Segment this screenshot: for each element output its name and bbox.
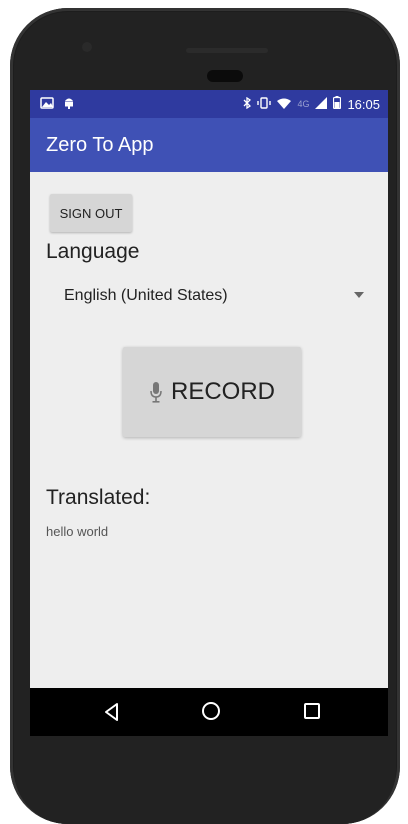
photo-notification-icon bbox=[40, 96, 58, 112]
app-title: Zero To App bbox=[46, 134, 154, 156]
wifi-icon bbox=[277, 97, 292, 112]
navigation-bar bbox=[30, 688, 388, 736]
language-dropdown[interactable]: English (United States) bbox=[64, 284, 364, 308]
translated-label: Translated: bbox=[46, 486, 151, 509]
dropdown-arrow-icon bbox=[354, 292, 364, 298]
front-camera bbox=[82, 42, 92, 52]
microphone-icon bbox=[150, 382, 162, 403]
back-icon[interactable] bbox=[102, 702, 122, 722]
network-type-label: 4G bbox=[297, 99, 310, 109]
record-button[interactable]: RECORD bbox=[123, 347, 301, 437]
vibrate-icon bbox=[257, 96, 272, 112]
battery-icon bbox=[333, 96, 342, 112]
system-icons: 4G 16:05 bbox=[243, 96, 380, 112]
app-bar: Zero To App bbox=[30, 118, 388, 172]
record-label: RECORD bbox=[170, 378, 275, 405]
recents-icon[interactable] bbox=[304, 703, 320, 719]
android-notification-icon bbox=[64, 96, 74, 112]
clock: 16:05 bbox=[347, 96, 380, 112]
translated-text: hello world bbox=[46, 524, 109, 539]
sign-out-button[interactable]: SIGN OUT bbox=[50, 194, 132, 232]
home-icon[interactable] bbox=[202, 702, 220, 720]
earpiece bbox=[207, 70, 243, 82]
app-screen: 4G 16:05 Zero To App SIGN OUT Language E… bbox=[30, 90, 388, 688]
speaker-grille bbox=[186, 48, 268, 53]
signal-icon bbox=[315, 96, 328, 112]
language-selected-value: English (United States) bbox=[64, 287, 228, 304]
status-bar: 4G 16:05 bbox=[30, 90, 388, 118]
bluetooth-icon bbox=[243, 96, 252, 112]
language-label: Language bbox=[46, 240, 140, 263]
notification-icons bbox=[40, 96, 74, 112]
